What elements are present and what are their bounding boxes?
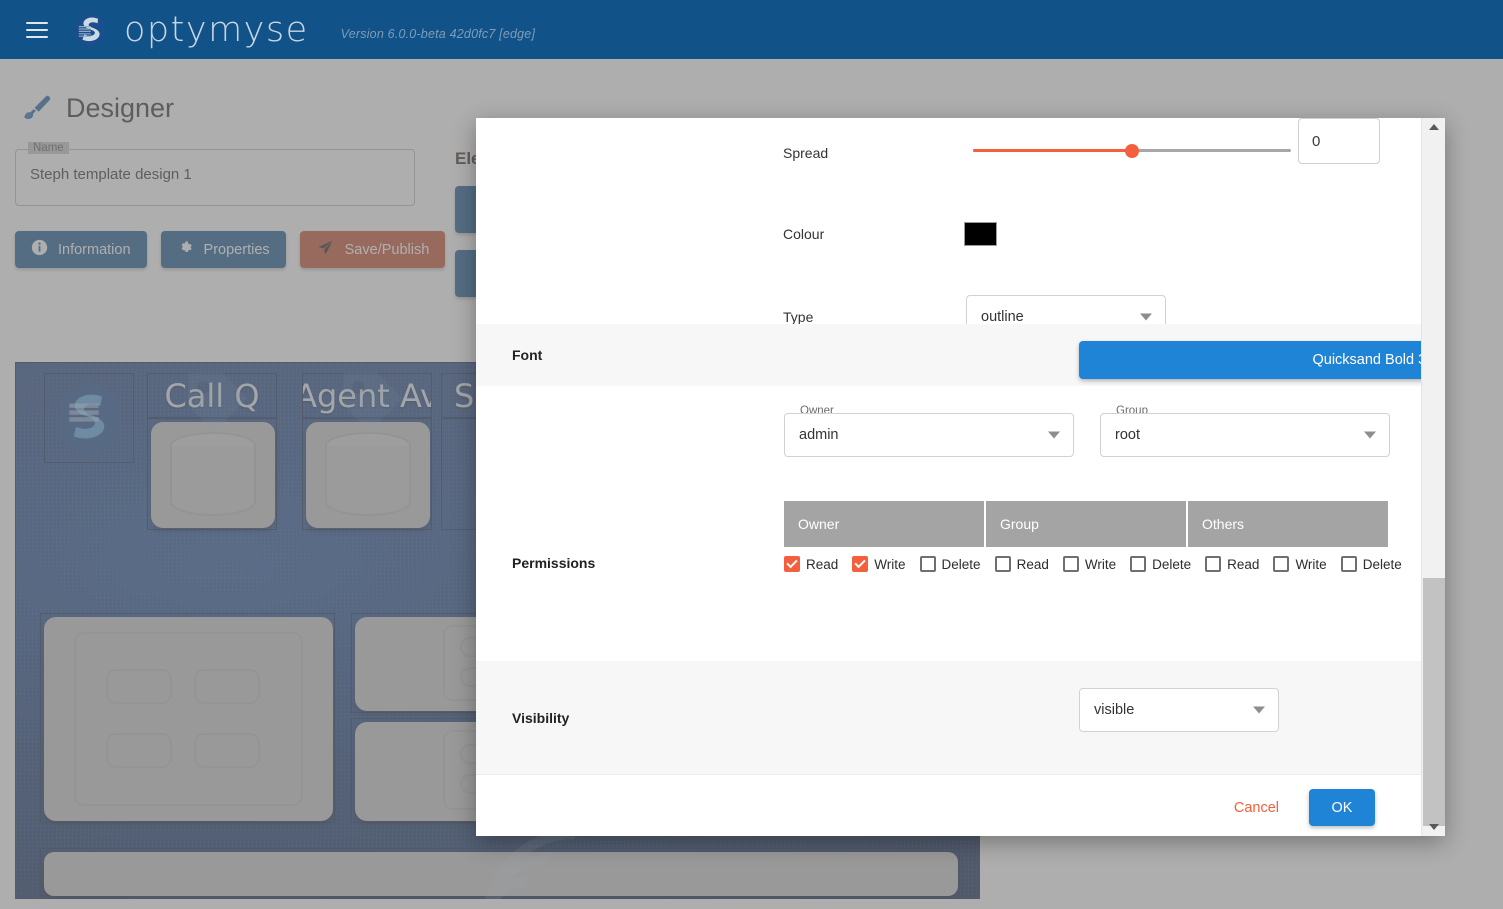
cancel-button[interactable]: Cancel	[1230, 794, 1283, 822]
font-section: Font Quicksand Bold 35px	[476, 324, 1421, 386]
group-select[interactable]: root	[1100, 413, 1390, 457]
owner-select-value: admin	[799, 427, 839, 443]
empty-checkbox-icon	[919, 556, 936, 572]
ownership-row: Owner admin Group root	[784, 405, 1390, 457]
optymyse-logo-icon	[68, 10, 112, 50]
type-select-value: outline	[981, 309, 1024, 325]
font-section-content: Quicksand Bold 35px	[771, 324, 1421, 386]
checkbox-label: Read	[1227, 556, 1260, 572]
element-properties-dialog: Spread 0 Colour Type outline Font Quicks…	[476, 118, 1445, 836]
chevron-down-icon[interactable]	[1422, 818, 1446, 836]
spread-row: Spread 0	[476, 118, 1421, 181]
checkbox-label: Delete	[1152, 556, 1192, 572]
group-read-checkbox[interactable]: Read	[994, 556, 1049, 572]
empty-checkbox-icon	[1273, 556, 1290, 572]
group-select-wrapper: Group root	[1100, 405, 1390, 457]
others-read-checkbox[interactable]: Read	[1205, 556, 1259, 572]
checkbox-label: Delete	[941, 556, 981, 572]
brand-name: optymyse	[124, 9, 309, 50]
chevron-down-icon	[1364, 431, 1376, 439]
empty-checkbox-icon	[1062, 556, 1079, 572]
shadow-properties-section: Spread 0 Colour Type outline	[476, 118, 1421, 339]
app-header: optymyse Version 6.0.0-beta 42d0fc7 [edg…	[0, 0, 1503, 59]
spread-value-input[interactable]: 0	[1298, 118, 1380, 164]
version-label: Version 6.0.0-beta 42d0fc7 [edge]	[340, 26, 536, 41]
group-delete-checkbox[interactable]: Delete	[1130, 556, 1191, 572]
visibility-label: Visibility	[512, 709, 570, 726]
permissions-column-owner: Owner	[784, 501, 986, 547]
owner-write-checkbox[interactable]: Write	[852, 556, 906, 572]
check-icon	[784, 556, 800, 572]
chevron-up-icon[interactable]	[1422, 118, 1446, 136]
permissions-group-owner: Read Write Delete	[784, 556, 995, 572]
empty-checkbox-icon	[1205, 556, 1222, 572]
permissions-checkbox-row: Read Write Delete Read Write Delete Read…	[784, 556, 1402, 572]
owner-select[interactable]: admin	[784, 413, 1074, 457]
chevron-down-icon	[1253, 706, 1265, 714]
permissions-header-row: Owner Group Others	[784, 501, 1388, 547]
group-select-value: root	[1115, 427, 1140, 443]
visibility-select-value: visible	[1094, 702, 1135, 718]
empty-checkbox-icon	[1130, 556, 1147, 572]
chevron-down-icon	[1140, 313, 1152, 321]
owner-delete-checkbox[interactable]: Delete	[919, 556, 981, 572]
visibility-section-content: visible	[771, 661, 1421, 774]
others-delete-checkbox[interactable]: Delete	[1340, 556, 1402, 572]
group-write-checkbox[interactable]: Write	[1062, 556, 1117, 572]
checkbox-label: Read	[806, 556, 839, 572]
scrollbar-thumb[interactable]	[1423, 578, 1445, 826]
owner-select-wrapper: Owner admin	[784, 405, 1074, 457]
checkbox-label: Delete	[1362, 556, 1402, 572]
ok-button[interactable]: OK	[1309, 789, 1375, 826]
spread-label: Spread	[783, 144, 829, 161]
chevron-down-icon	[1048, 431, 1060, 439]
empty-checkbox-icon	[994, 556, 1011, 572]
visibility-section: Visibility visible	[476, 661, 1421, 774]
colour-swatch[interactable]	[964, 221, 997, 246]
dialog-footer: Cancel OK	[476, 774, 1421, 836]
colour-row: Colour	[476, 205, 1421, 262]
checkbox-label: Write	[874, 556, 906, 572]
check-icon	[852, 556, 869, 572]
permissions-group-others: Read Write Delete	[1205, 556, 1416, 572]
visibility-select[interactable]: visible	[1079, 688, 1279, 732]
permissions-label: Permissions	[512, 555, 596, 571]
type-label: Type	[783, 309, 814, 325]
permissions-group-group: Read Write Delete	[994, 556, 1206, 572]
checkbox-label: Write	[1295, 556, 1327, 572]
checkbox-label: Write	[1084, 556, 1117, 572]
empty-checkbox-icon	[1340, 556, 1357, 572]
spread-slider-thumb[interactable]	[1125, 144, 1139, 158]
spread-slider[interactable]	[973, 138, 1291, 164]
spread-slider-fill	[973, 149, 1132, 152]
font-picker-button[interactable]: Quicksand Bold 35px	[1079, 341, 1421, 379]
colour-label: Colour	[783, 225, 825, 242]
visibility-select-wrapper: visible	[1079, 688, 1279, 732]
permissions-section: Owner admin Group root Permissions Owner…	[476, 386, 1421, 661]
font-section-label: Font	[512, 347, 543, 363]
app-root: Designer Name Steph template design 1 In…	[0, 0, 1503, 909]
checkbox-label: Read	[1016, 556, 1049, 572]
hamburger-icon[interactable]	[26, 21, 48, 38]
permissions-column-others: Others	[1188, 501, 1388, 547]
dialog-scroll-body: Spread 0 Colour Type outline Font Quicks…	[476, 118, 1421, 836]
permissions-column-group: Group	[986, 501, 1188, 547]
others-write-checkbox[interactable]: Write	[1273, 556, 1327, 572]
spread-value-text: 0	[1312, 132, 1321, 150]
dialog-scrollbar[interactable]	[1421, 118, 1445, 836]
owner-read-checkbox[interactable]: Read	[784, 556, 838, 572]
